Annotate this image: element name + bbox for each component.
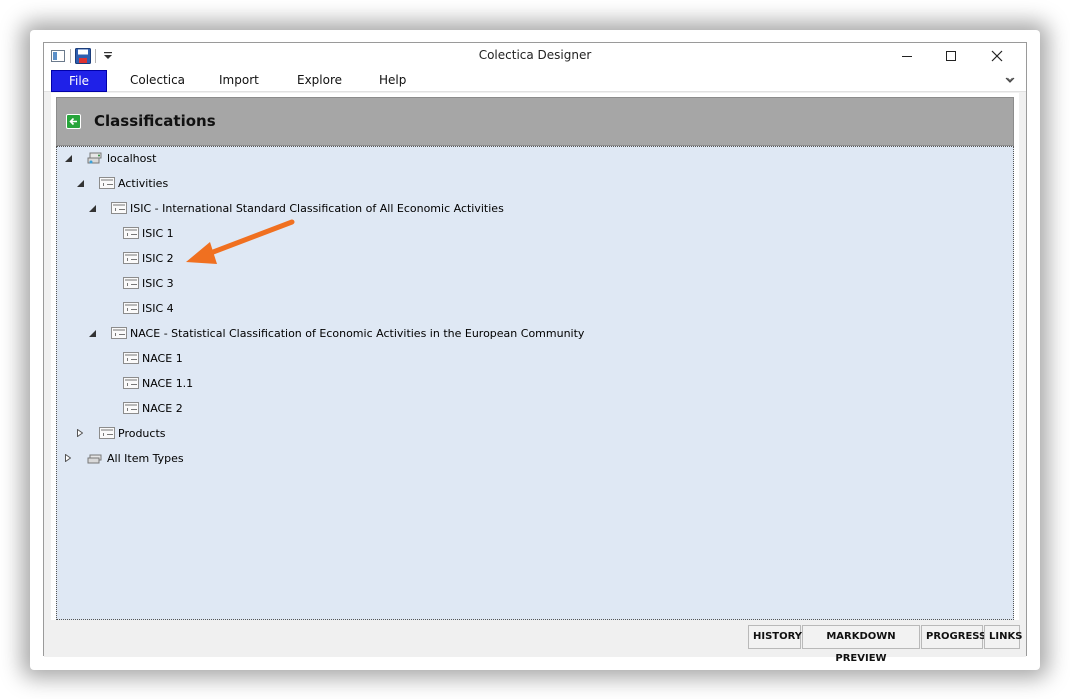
page-header: Classifications bbox=[56, 97, 1014, 146]
tree-node-nace-2[interactable]: NACE 2 bbox=[123, 399, 183, 417]
tree-node-label: ISIC 2 bbox=[142, 251, 174, 265]
main-content: Classifications localhost Activities ISI… bbox=[51, 93, 1019, 620]
document-icon bbox=[123, 302, 139, 314]
tree-node-label: NACE 1 bbox=[142, 351, 183, 365]
app-window: Colectica Designer File Colectica Import… bbox=[43, 42, 1027, 664]
tree-node-label: ISIC 1 bbox=[142, 226, 174, 240]
tree-node-products[interactable]: Products bbox=[75, 424, 166, 442]
document-icon bbox=[111, 327, 127, 339]
triangle-right-icon[interactable] bbox=[75, 428, 85, 438]
document-icon bbox=[123, 402, 139, 414]
tab-history[interactable]: HISTORY bbox=[748, 625, 802, 649]
menu-explore[interactable]: Explore bbox=[297, 71, 342, 91]
tree-node-nace-1[interactable]: NACE 1 bbox=[123, 349, 183, 367]
document-icon bbox=[99, 427, 115, 439]
triangle-down-icon[interactable] bbox=[87, 203, 97, 213]
menu-help[interactable]: Help bbox=[379, 71, 406, 91]
tree-node-label: localhost bbox=[107, 151, 157, 165]
tree-node-label: Products bbox=[118, 426, 166, 440]
collapse-ribbon-icon[interactable] bbox=[1004, 74, 1016, 86]
minimize-icon[interactable] bbox=[884, 43, 930, 68]
document-icon bbox=[111, 202, 127, 214]
tree-node-label: NACE 1.1 bbox=[142, 376, 194, 390]
tree-node-all-item-types[interactable]: All Item Types bbox=[63, 449, 184, 467]
document-icon bbox=[123, 352, 139, 364]
bottom-panel-tabs: HISTORY MARKDOWN PREVIEW PROGRESS LINKS bbox=[44, 620, 1026, 664]
tree-node-label: NACE 2 bbox=[142, 401, 183, 415]
triangle-down-icon[interactable] bbox=[75, 178, 85, 188]
triangle-down-icon[interactable] bbox=[63, 153, 73, 163]
tree-node-isic-2[interactable]: ISIC 2 bbox=[123, 249, 174, 267]
document-icon bbox=[123, 227, 139, 239]
tree-node-label: ISIC - International Standard Classifica… bbox=[130, 201, 504, 215]
triangle-right-icon[interactable] bbox=[63, 453, 73, 463]
menu-import[interactable]: Import bbox=[219, 71, 259, 91]
tree-node-label: All Item Types bbox=[107, 451, 184, 465]
document-icon bbox=[123, 377, 139, 389]
document-icon bbox=[123, 277, 139, 289]
menu-file[interactable]: File bbox=[51, 70, 107, 92]
tree-node-isic-3[interactable]: ISIC 3 bbox=[123, 274, 174, 292]
tree-node-activities[interactable]: Activities bbox=[75, 174, 168, 192]
tree-node-label: NACE - Statistical Classification of Eco… bbox=[130, 326, 585, 340]
tab-progress[interactable]: PROGRESS bbox=[921, 625, 986, 649]
tree-node-isic-4[interactable]: ISIC 4 bbox=[123, 299, 174, 317]
document-icon bbox=[123, 252, 139, 264]
tree-node-isic-1[interactable]: ISIC 1 bbox=[123, 224, 174, 242]
tree-node-localhost[interactable]: localhost bbox=[63, 149, 156, 167]
document-icon bbox=[99, 177, 115, 189]
tree-node-nace[interactable]: NACE - Statistical Classification of Eco… bbox=[87, 324, 584, 342]
menu-colectica[interactable]: Colectica bbox=[130, 71, 185, 91]
tree-node-label: Activities bbox=[118, 176, 169, 190]
classification-tree[interactable]: localhost Activities ISIC - Internationa… bbox=[56, 146, 1014, 620]
menu-bar: File Colectica Import Explore Help bbox=[44, 68, 1026, 92]
server-icon bbox=[87, 454, 102, 464]
back-arrow-icon[interactable] bbox=[66, 114, 81, 129]
server-icon bbox=[87, 152, 102, 164]
tree-node-isic[interactable]: ISIC - International Standard Classifica… bbox=[87, 199, 504, 217]
triangle-down-icon[interactable] bbox=[87, 328, 97, 338]
close-icon[interactable] bbox=[974, 43, 1020, 68]
tab-markdown-preview[interactable]: MARKDOWN PREVIEW bbox=[802, 625, 920, 664]
maximize-icon[interactable] bbox=[928, 43, 974, 68]
tree-node-label: ISIC 3 bbox=[142, 276, 174, 290]
tab-links[interactable]: LINKS bbox=[984, 625, 1022, 649]
tree-node-nace-1-1[interactable]: NACE 1.1 bbox=[123, 374, 193, 392]
page-title: Classifications bbox=[94, 112, 216, 130]
tree-node-label: ISIC 4 bbox=[142, 301, 174, 315]
title-bar: Colectica Designer bbox=[44, 43, 1026, 68]
window-title: Colectica Designer bbox=[478, 48, 592, 62]
